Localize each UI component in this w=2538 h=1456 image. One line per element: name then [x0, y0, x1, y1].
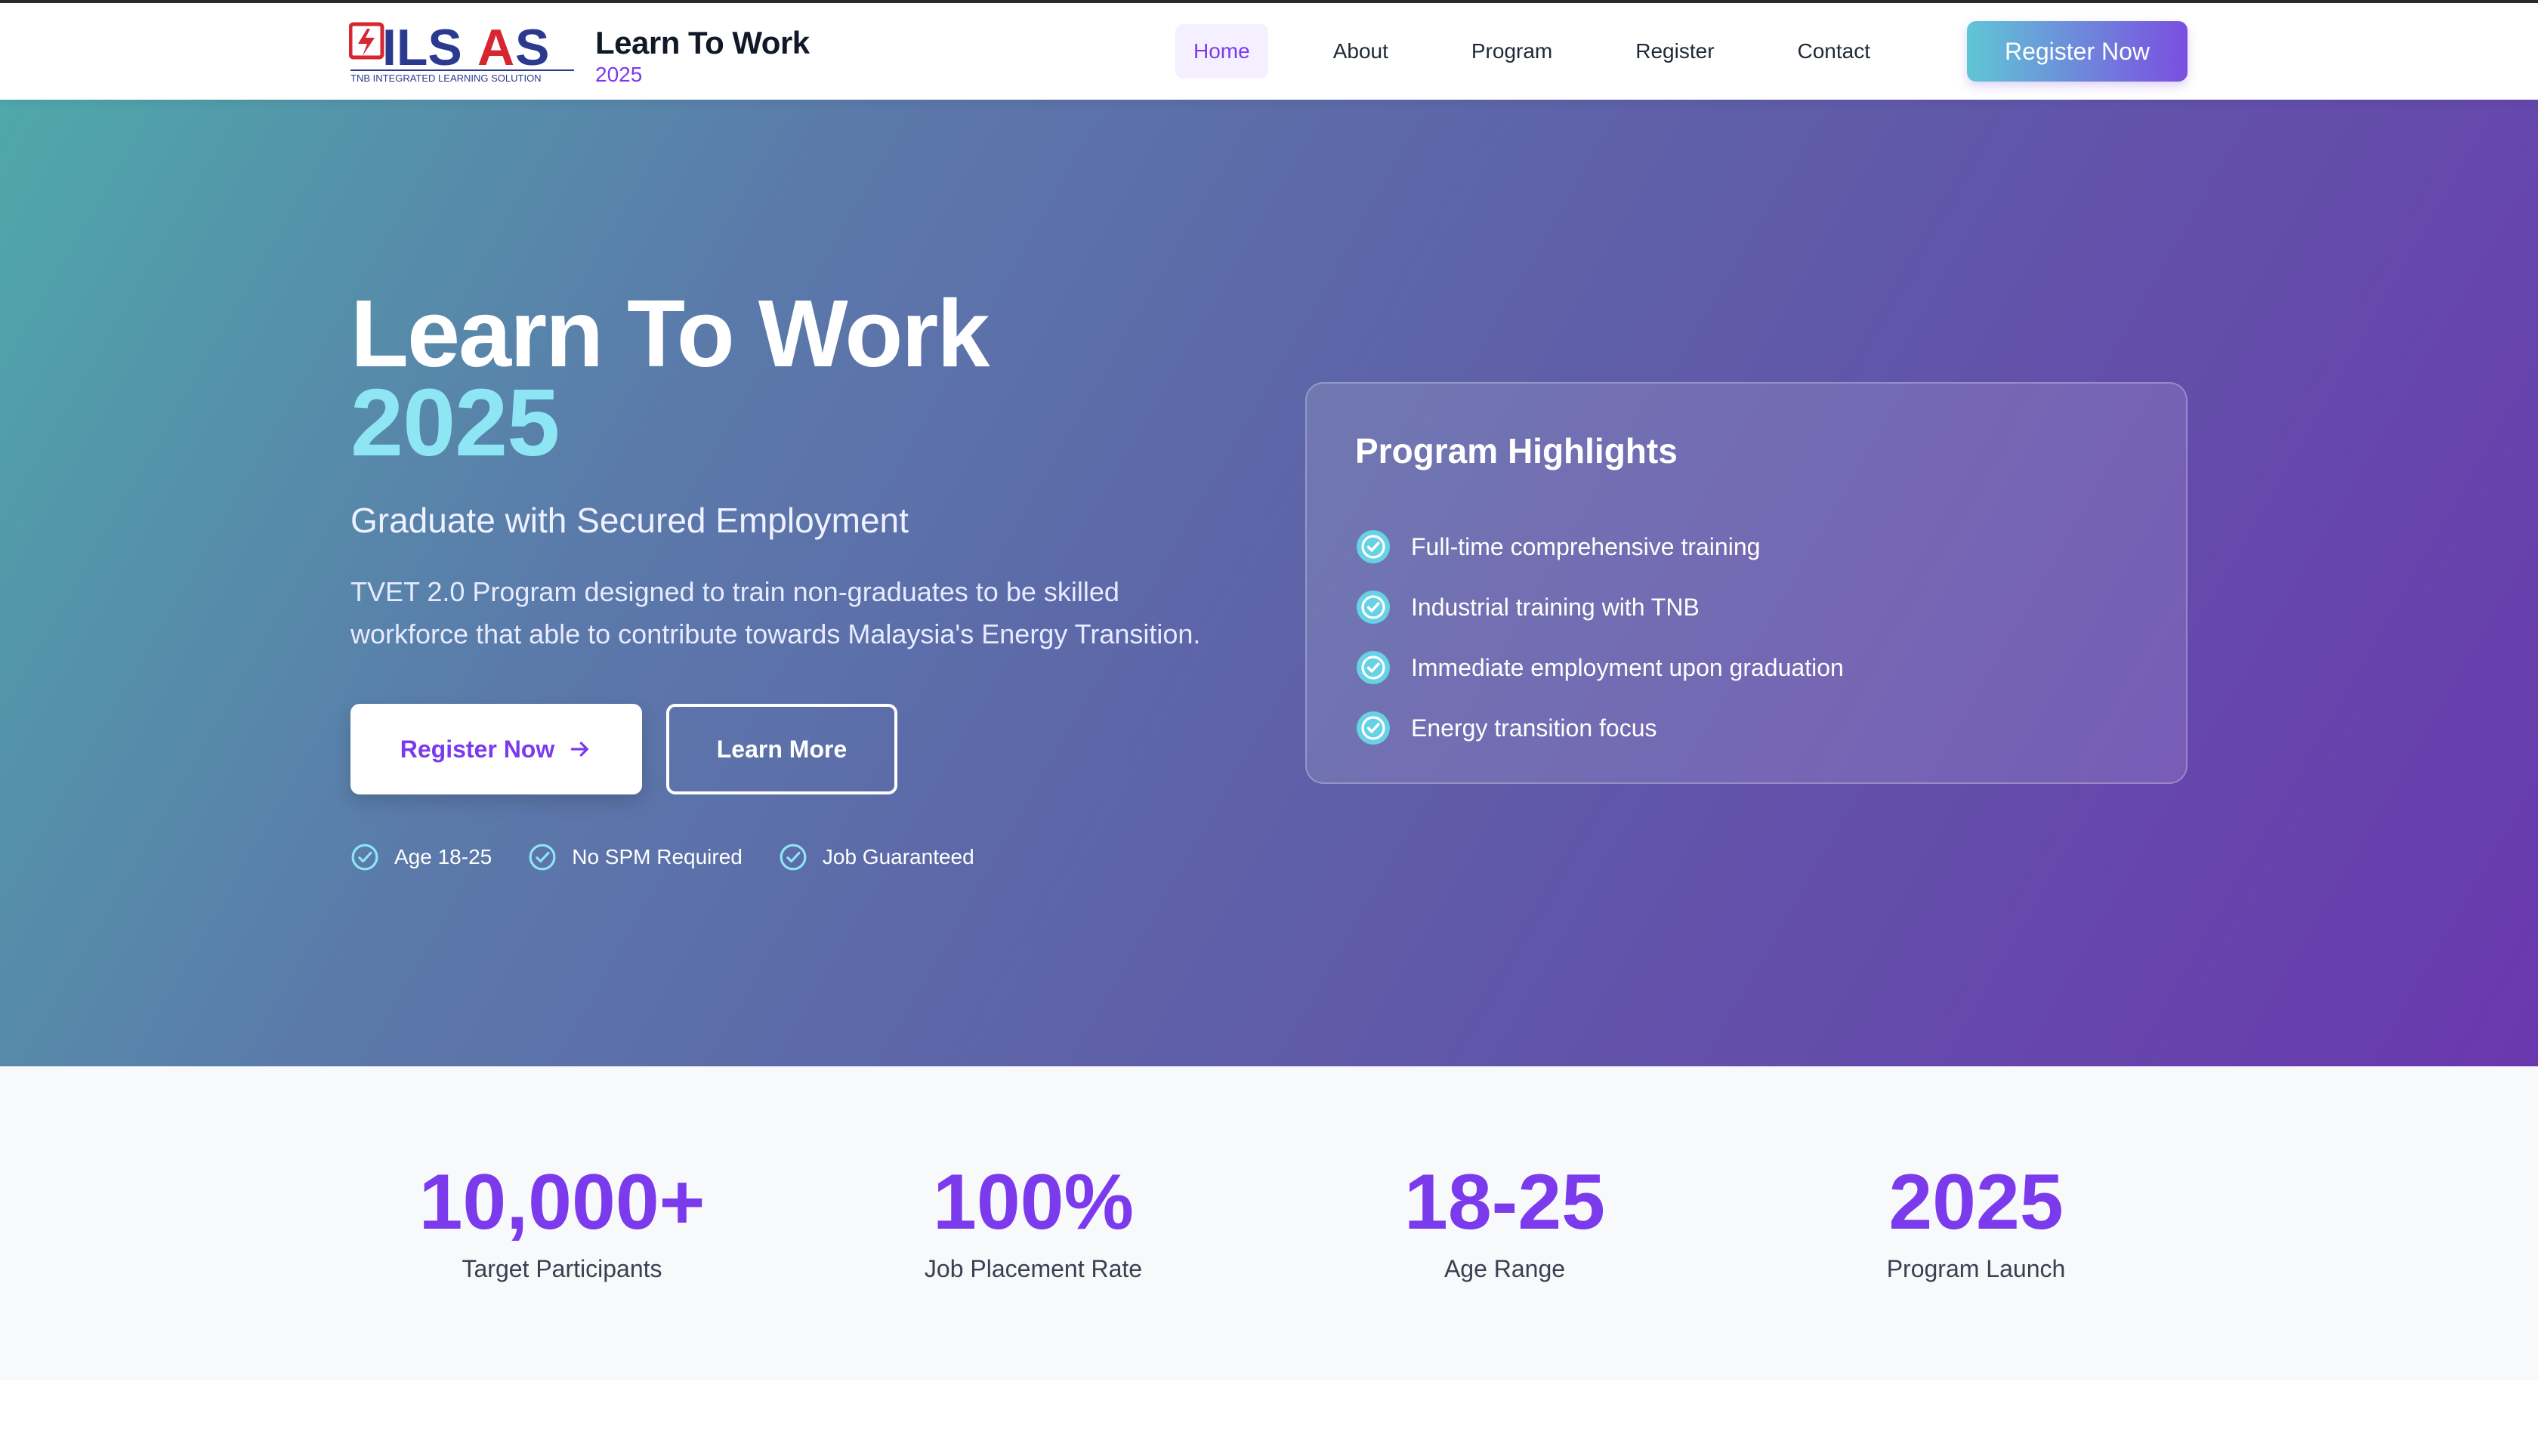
check-circle-filled-icon	[1357, 651, 1390, 684]
highlight-item: Immediate employment upon graduation	[1355, 637, 1844, 698]
svg-text:S: S	[515, 20, 549, 76]
header-register-button[interactable]: Register Now	[1967, 21, 2188, 82]
site-header: ILS A S TNB INTEGRATED LEARNING SOLUTION…	[0, 3, 2538, 100]
svg-text:TNB INTEGRATED LEARNING SOLUTI: TNB INTEGRATED LEARNING SOLUTION	[350, 72, 542, 84]
check-circle-filled-icon	[1357, 530, 1390, 563]
brand-title: Learn To Work	[595, 25, 810, 60]
stat-label: Program Launch	[1886, 1255, 2066, 1282]
highlights-title: Program Highlights	[1355, 431, 1678, 470]
stat-program-launch: 2025 Program Launch	[1765, 1157, 2188, 1283]
highlight-text: Industrial training with TNB	[1411, 593, 1700, 621]
hero-description: TVET 2.0 Program designed to train non-g…	[350, 576, 1201, 649]
hero-register-button[interactable]: Register Now	[350, 704, 642, 794]
learn-more-button[interactable]: Learn More	[666, 704, 897, 794]
badge-age-label: Age 18-25	[394, 845, 492, 868]
svg-text:ILS: ILS	[382, 20, 462, 76]
stat-value: 10,000+	[418, 1158, 706, 1246]
eligibility-badges: Age 18-25 No SPM Required Job Guaranteed	[350, 843, 1011, 871]
check-circle-icon	[780, 844, 807, 871]
check-circle-icon	[351, 844, 378, 871]
nav-home[interactable]: Home	[1175, 24, 1268, 79]
stat-label: Age Range	[1443, 1255, 1566, 1282]
nav-contact[interactable]: Contact	[1780, 24, 1889, 79]
nav-program[interactable]: Program	[1453, 24, 1570, 79]
check-circle-filled-icon	[1357, 591, 1390, 624]
stat-label: Job Placement Rate	[924, 1255, 1143, 1282]
brand-block: Learn To Work 2025	[595, 24, 810, 88]
badge-job-guaranteed: Job Guaranteed	[779, 843, 974, 871]
hero-section: Learn To Work 2025 Graduate with Secured…	[0, 100, 2538, 1066]
main-nav: Home About Program Register Contact	[1175, 24, 1935, 79]
badge-no-spm-label: No SPM Required	[572, 845, 743, 868]
badge-age: Age 18-25	[350, 843, 492, 871]
highlight-text: Full-time comprehensive training	[1411, 532, 1761, 560]
stat-value: 18-25	[1404, 1158, 1605, 1246]
hero-subtitle: Graduate with Secured Employment	[350, 501, 909, 540]
check-circle-filled-icon	[1357, 711, 1390, 745]
badge-no-spm: No SPM Required	[528, 843, 743, 871]
stats-section: 10,000+ Target Participants 100% Job Pla…	[0, 1066, 2538, 1380]
stat-value: 100%	[933, 1158, 1134, 1246]
brand-year: 2025	[595, 63, 643, 86]
highlight-text: Immediate employment upon graduation	[1411, 653, 1844, 681]
stat-job-placement: 100% Job Placement Rate	[822, 1157, 1245, 1283]
stat-value: 2025	[1888, 1158, 2064, 1246]
check-circle-icon	[529, 844, 556, 871]
ilsas-logo[interactable]: ILS A S TNB INTEGRATED LEARNING SOLUTION	[349, 20, 576, 88]
highlight-item: Energy transition focus	[1355, 698, 1844, 758]
nav-about[interactable]: About	[1315, 24, 1406, 79]
badge-job-guaranteed-label: Job Guaranteed	[822, 845, 974, 868]
ilsas-logo-graphic: ILS A S TNB INTEGRATED LEARNING SOLUTION	[349, 20, 574, 84]
highlight-item: Full-time comprehensive training	[1355, 517, 1844, 577]
hero-register-label: Register Now	[400, 735, 555, 763]
svg-text:A: A	[477, 20, 514, 76]
stat-age-range: 18-25 Age Range	[1293, 1157, 1716, 1283]
highlight-item: Industrial training with TNB	[1355, 577, 1844, 637]
nav-register[interactable]: Register	[1617, 24, 1732, 79]
hero-title: Learn To Work	[350, 280, 990, 387]
stat-label: Target Participants	[462, 1255, 662, 1282]
program-highlights-card: Program Highlights Full-time comprehensi…	[1305, 382, 2188, 784]
arrow-right-icon	[570, 742, 589, 757]
highlights-list: Full-time comprehensive training Industr…	[1355, 517, 1844, 758]
stat-target-participants: 10,000+ Target Participants	[350, 1157, 773, 1283]
highlight-text: Energy transition focus	[1411, 714, 1657, 742]
hero-year: 2025	[350, 369, 560, 476]
